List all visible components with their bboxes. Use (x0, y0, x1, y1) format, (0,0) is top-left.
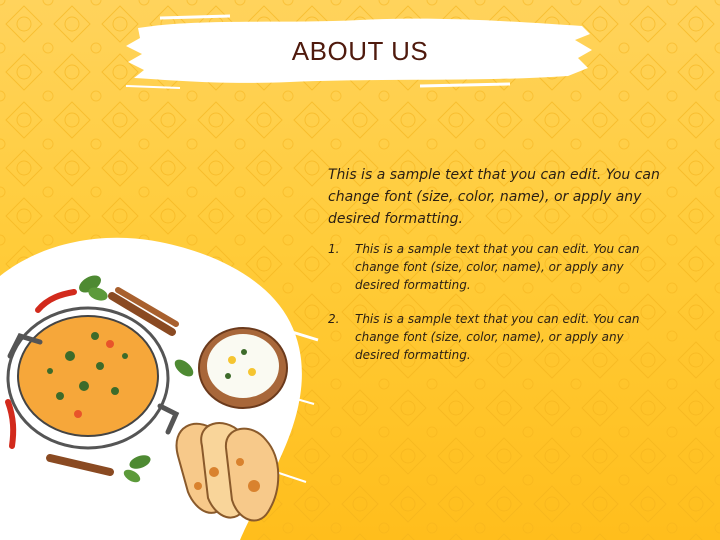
list-item-number: 1. (328, 242, 340, 256)
numbered-list: 1. This is a sample text that you can ed… (328, 240, 648, 380)
list-item-number: 2. (328, 312, 340, 326)
flatbread-icon (175, 422, 280, 522)
curry-pan-icon (6, 306, 180, 450)
intro-paragraph: This is a sample text that you can edit.… (328, 167, 660, 227)
rice-bowl-icon (198, 327, 288, 409)
page-title: ABOUT US (291, 36, 429, 66)
slide: ABOUT US This is a sample text that you … (0, 0, 720, 540)
list-item: 1. This is a sample text that you can ed… (328, 240, 648, 294)
list-item-text: This is a sample text that you can edit.… (355, 242, 640, 292)
list-item-text: This is a sample text that you can edit.… (355, 312, 640, 362)
food-illustration (5, 275, 288, 522)
list-item: 2. This is a sample text that you can ed… (328, 310, 648, 364)
